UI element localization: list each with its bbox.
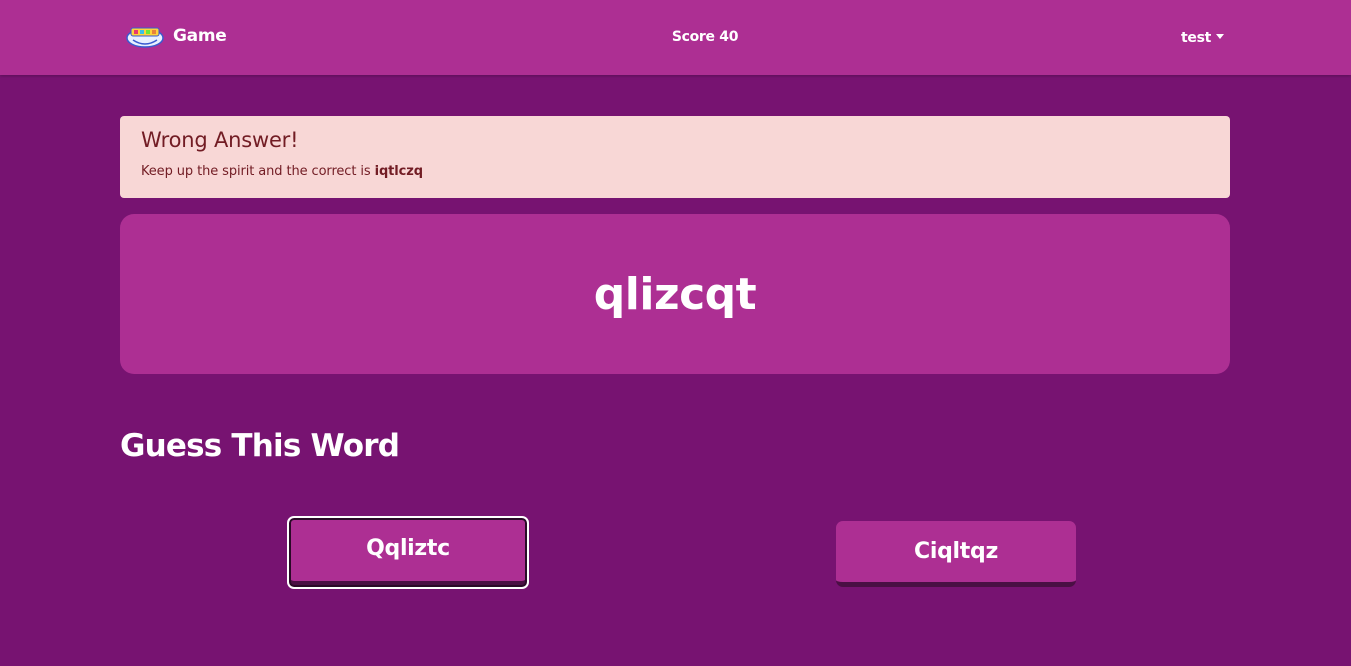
choice-label: Ciqltqz xyxy=(914,539,998,564)
section-title: Guess This Word xyxy=(120,428,400,464)
caret-down-icon xyxy=(1216,33,1225,39)
user-menu-toggle[interactable]: test xyxy=(1181,30,1225,46)
wrong-answer-alert: Wrong Answer! Keep up the spirit and the… xyxy=(120,116,1230,198)
alert-message: Keep up the spirit and the correct is iq… xyxy=(141,164,1209,179)
choice-label: Qqliztc xyxy=(366,536,450,561)
alert-title: Wrong Answer! xyxy=(141,128,299,152)
choice-button-2[interactable]: Ciqltqz xyxy=(836,521,1076,587)
scrambled-word-card: qlizcqt xyxy=(120,214,1230,374)
user-name: test xyxy=(1181,30,1212,46)
alert-message-text: Keep up the spirit and the correct is xyxy=(141,164,375,179)
scrambled-word: qlizcqt xyxy=(593,268,757,320)
navbar: Game Score 40 test xyxy=(0,0,1351,75)
choice-button-1[interactable]: Qqliztc xyxy=(287,516,529,589)
score-display: Score 40 xyxy=(671,29,739,45)
correct-word: iqtlczq xyxy=(374,164,423,179)
